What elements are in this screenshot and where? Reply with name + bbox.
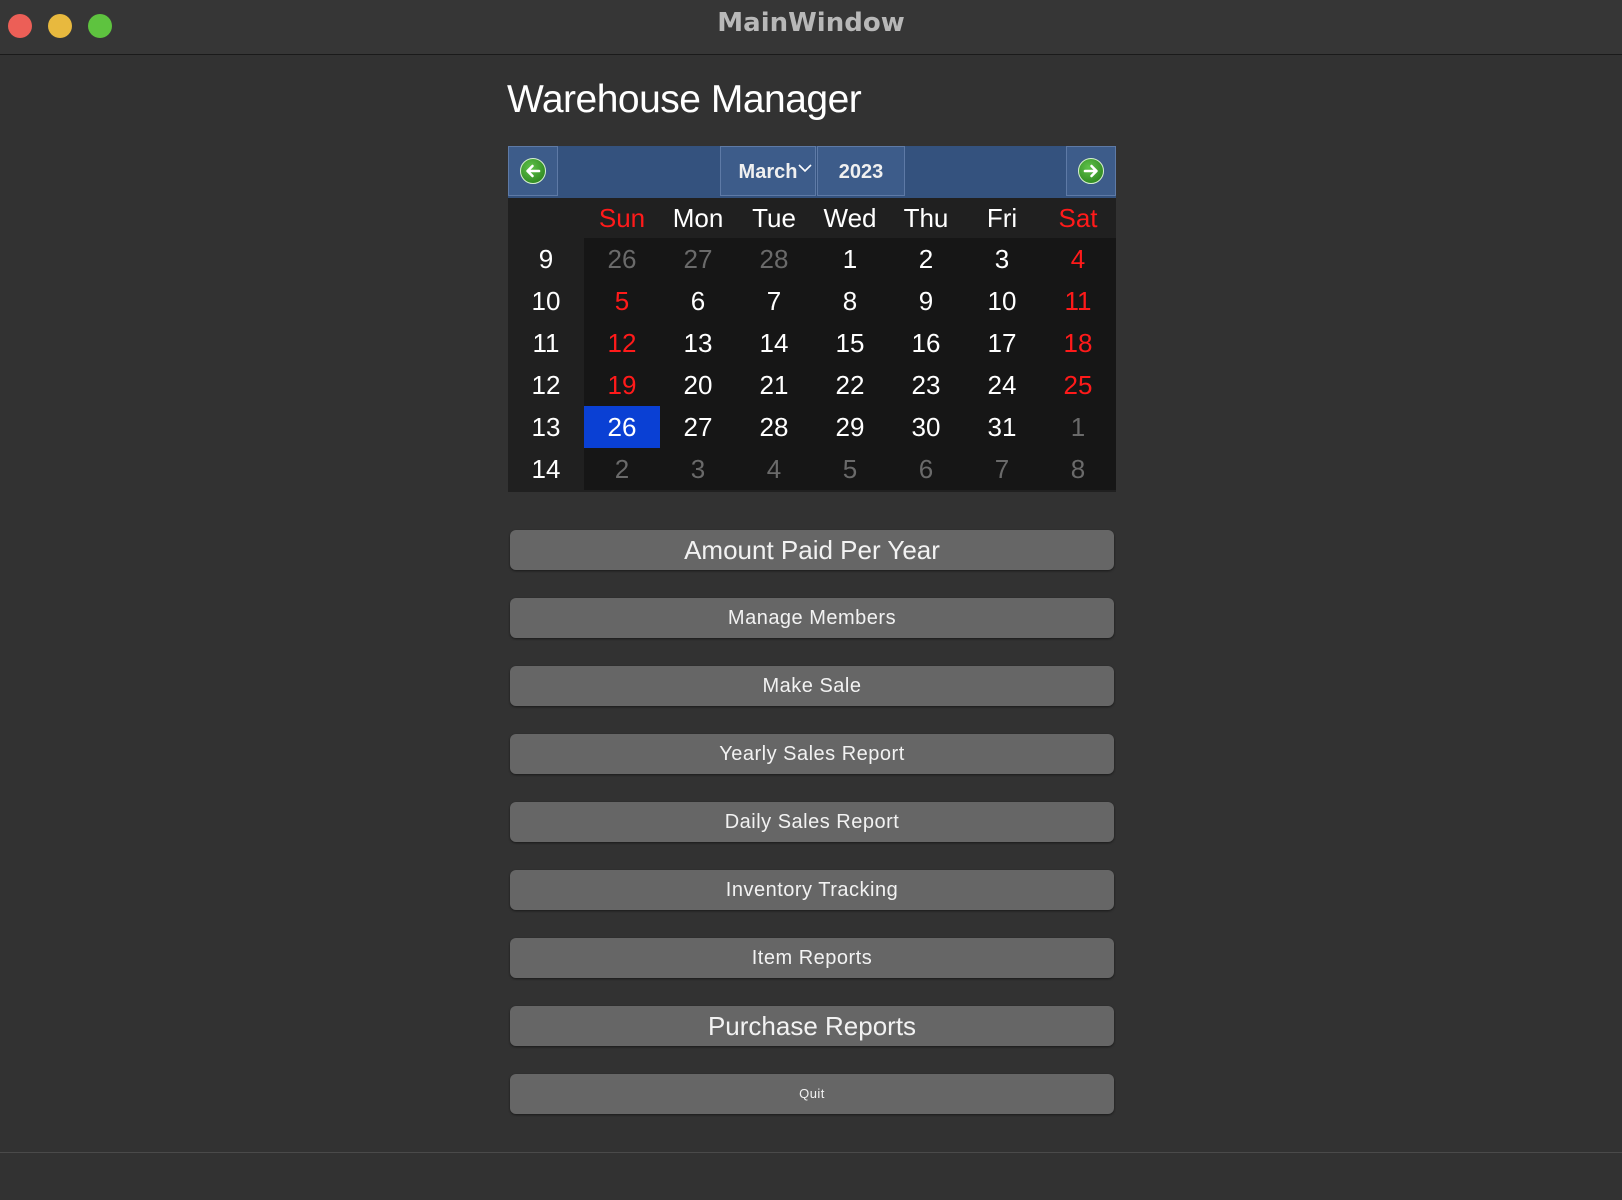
year-selector[interactable]: 2023	[817, 146, 905, 196]
page-title: Warehouse Manager	[507, 78, 862, 121]
previous-month-button[interactable]	[508, 146, 558, 196]
calendar-week-row: 10 5 6 7 8 9 10 11	[508, 280, 1116, 322]
week-number: 9	[508, 238, 584, 280]
calendar-day[interactable]: 15	[812, 322, 888, 364]
weekday-header: Thu	[903, 203, 949, 233]
calendar-day[interactable]: 4	[736, 448, 812, 490]
calendar-day[interactable]: 25	[1040, 364, 1116, 406]
yearly-sales-report-button[interactable]: Yearly Sales Report	[510, 734, 1114, 774]
item-reports-button[interactable]: Item Reports	[510, 938, 1114, 978]
calendar-day[interactable]: 1	[1040, 406, 1116, 448]
calendar-day[interactable]: 30	[888, 406, 964, 448]
daily-sales-report-button[interactable]: Daily Sales Report	[510, 802, 1114, 842]
calendar-day[interactable]: 1	[812, 238, 888, 280]
week-number: 13	[508, 406, 584, 448]
calendar-day[interactable]: 5	[812, 448, 888, 490]
calendar-day[interactable]: 24	[964, 364, 1040, 406]
calendar-day[interactable]: 18	[1040, 322, 1116, 364]
calendar-day[interactable]: 13	[660, 322, 736, 364]
calendar-day[interactable]: 8	[1040, 448, 1116, 490]
calendar-day[interactable]: 8	[812, 280, 888, 322]
calendar-week-row: 9 26 27 28 1 2 3 4	[508, 238, 1116, 280]
calendar-day[interactable]: 7	[964, 448, 1040, 490]
window-title: MainWindow	[717, 8, 905, 38]
calendar-day[interactable]: 22	[812, 364, 888, 406]
arrow-left-icon	[520, 158, 546, 184]
calendar-day-selected[interactable]: 26	[584, 406, 660, 448]
calendar-week-row: 11 12 13 14 15 16 17 18	[508, 322, 1116, 364]
calendar-day[interactable]: 3	[964, 238, 1040, 280]
calendar-week-row: 12 19 20 21 22 23 24 25	[508, 364, 1116, 406]
amount-paid-per-year-button[interactable]: Amount Paid Per Year	[510, 530, 1114, 570]
purchase-reports-button[interactable]: Purchase Reports	[510, 1006, 1114, 1046]
calendar-day[interactable]: 27	[660, 238, 736, 280]
weekday-header: Fri	[986, 203, 1018, 233]
inventory-tracking-button[interactable]: Inventory Tracking	[510, 870, 1114, 910]
calendar-day[interactable]: 27	[660, 406, 736, 448]
weekday-header: Sat	[1058, 203, 1098, 233]
calendar-day[interactable]: 7	[736, 280, 812, 322]
calendar-day[interactable]: 12	[584, 322, 660, 364]
chevron-down-icon	[797, 142, 813, 192]
month-label: March	[738, 161, 798, 183]
calendar-day[interactable]: 19	[584, 364, 660, 406]
calendar-day[interactable]: 21	[736, 364, 812, 406]
calendar-day[interactable]: 2	[888, 238, 964, 280]
weekday-header: Sun	[598, 203, 646, 233]
main-window: MainWindow Warehouse Manager March 2023 …	[0, 0, 1622, 1200]
next-month-button[interactable]	[1066, 146, 1116, 196]
week-number-header	[508, 198, 584, 238]
calendar-day[interactable]: 20	[660, 364, 736, 406]
weekday-header-row: Sun Mon Tue Wed Thu Fri Sat	[508, 198, 1116, 238]
make-sale-button[interactable]: Make Sale	[510, 666, 1114, 706]
calendar-day[interactable]: 2	[584, 448, 660, 490]
week-number: 11	[508, 322, 584, 364]
month-selector[interactable]: March	[720, 146, 816, 196]
calendar-navigation-bar: March 2023	[508, 146, 1116, 198]
week-number: 12	[508, 364, 584, 406]
manage-members-button[interactable]: Manage Members	[510, 598, 1114, 638]
weekday-header: Mon	[672, 203, 724, 233]
calendar-day[interactable]: 28	[736, 238, 812, 280]
calendar-week-row: 13 26 27 28 29 30 31 1	[508, 406, 1116, 448]
calendar-day[interactable]: 5	[584, 280, 660, 322]
calendar-day[interactable]: 3	[660, 448, 736, 490]
calendar-day[interactable]: 11	[1040, 280, 1116, 322]
quit-button[interactable]: Quit	[510, 1074, 1114, 1114]
week-number: 14	[508, 448, 584, 490]
calendar-day[interactable]: 4	[1040, 238, 1116, 280]
status-bar-divider	[0, 1152, 1622, 1153]
calendar-day[interactable]: 9	[888, 280, 964, 322]
title-bar: MainWindow	[0, 0, 1622, 55]
weekday-header: Tue	[752, 203, 796, 233]
calendar-grid: Sun Mon Tue Wed Thu Fri Sat 9 26 27 28 1…	[508, 198, 1116, 490]
calendar-day[interactable]: 14	[736, 322, 812, 364]
calendar-day[interactable]: 6	[888, 448, 964, 490]
calendar-day[interactable]: 31	[964, 406, 1040, 448]
calendar-day[interactable]: 16	[888, 322, 964, 364]
calendar-day[interactable]: 10	[964, 280, 1040, 322]
arrow-right-icon	[1078, 158, 1104, 184]
calendar-day[interactable]: 26	[584, 238, 660, 280]
calendar-day[interactable]: 6	[660, 280, 736, 322]
calendar-week-row: 14 2 3 4 5 6 7 8	[508, 448, 1116, 490]
calendar-day[interactable]: 23	[888, 364, 964, 406]
week-number: 10	[508, 280, 584, 322]
weekday-header: Wed	[823, 203, 877, 233]
calendar-day[interactable]: 17	[964, 322, 1040, 364]
calendar-widget: March 2023 Sun Mon Tue Wed Thu Fri Sat 9…	[508, 146, 1116, 492]
calendar-day[interactable]: 29	[812, 406, 888, 448]
calendar-day[interactable]: 28	[736, 406, 812, 448]
